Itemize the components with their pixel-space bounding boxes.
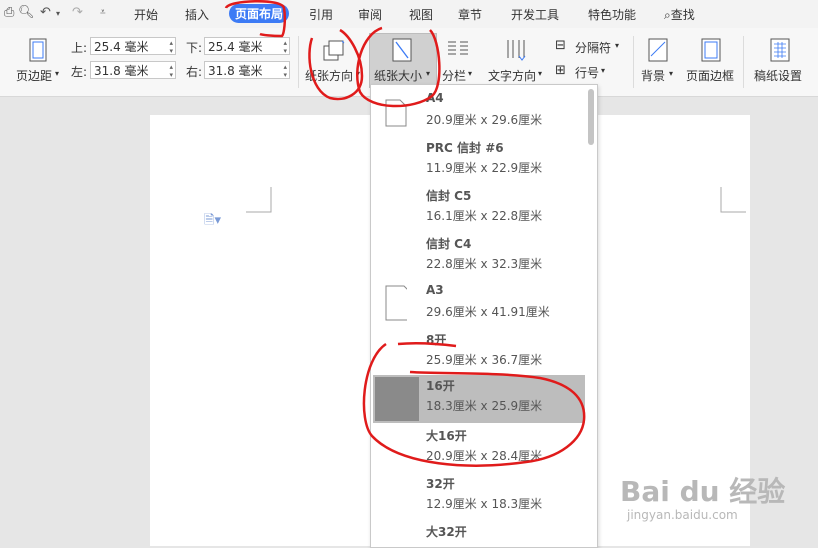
annotation-stroke [397, 341, 457, 348]
annotation-layer [224, 0, 586, 467]
annotation-circle-page-layout [224, 0, 287, 38]
annotation-circle-orientation [308, 28, 364, 101]
baidu-watermark: Bai du 经验 [620, 475, 786, 508]
annotation-circle-paper-size [356, 26, 441, 108]
annotation-circle-16k [362, 342, 586, 467]
baidu-watermark-url: jingyan.baidu.com [627, 508, 738, 522]
